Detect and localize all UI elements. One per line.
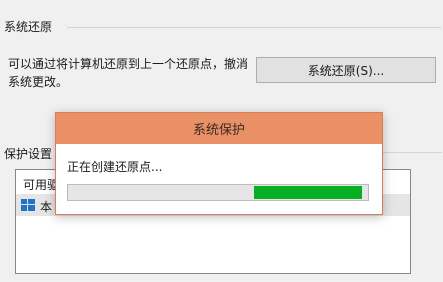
restore-description-line1: 可以通过将计算机还原到上一个还原点，撤消: [8, 57, 249, 71]
restore-description: 可以通过将计算机还原到上一个还原点，撤消 系统更改。: [8, 55, 248, 91]
restore-group-divider: [67, 27, 441, 28]
progress-bar-fill: [254, 186, 362, 199]
drive-list-header[interactable]: 可用驱: [23, 176, 59, 193]
restore-group-title: 系统还原: [4, 20, 53, 34]
restore-description-line2: 系统更改。: [8, 75, 69, 89]
protection-group-divider: [382, 152, 442, 153]
windows-drive-icon: [21, 199, 35, 211]
progress-bar: [67, 184, 369, 201]
system-restore-button[interactable]: 系统还原(S)...: [256, 57, 436, 83]
dialog-title-bar: 系统保护: [56, 113, 382, 144]
protection-group-title: 保护设置: [4, 147, 53, 161]
dialog-title: 系统保护: [192, 123, 245, 138]
system-protection-dialog: 系统保护 正在创建还原点...: [55, 112, 383, 215]
dialog-message: 正在创建还原点...: [67, 160, 163, 174]
drive-label: 本: [40, 200, 53, 214]
